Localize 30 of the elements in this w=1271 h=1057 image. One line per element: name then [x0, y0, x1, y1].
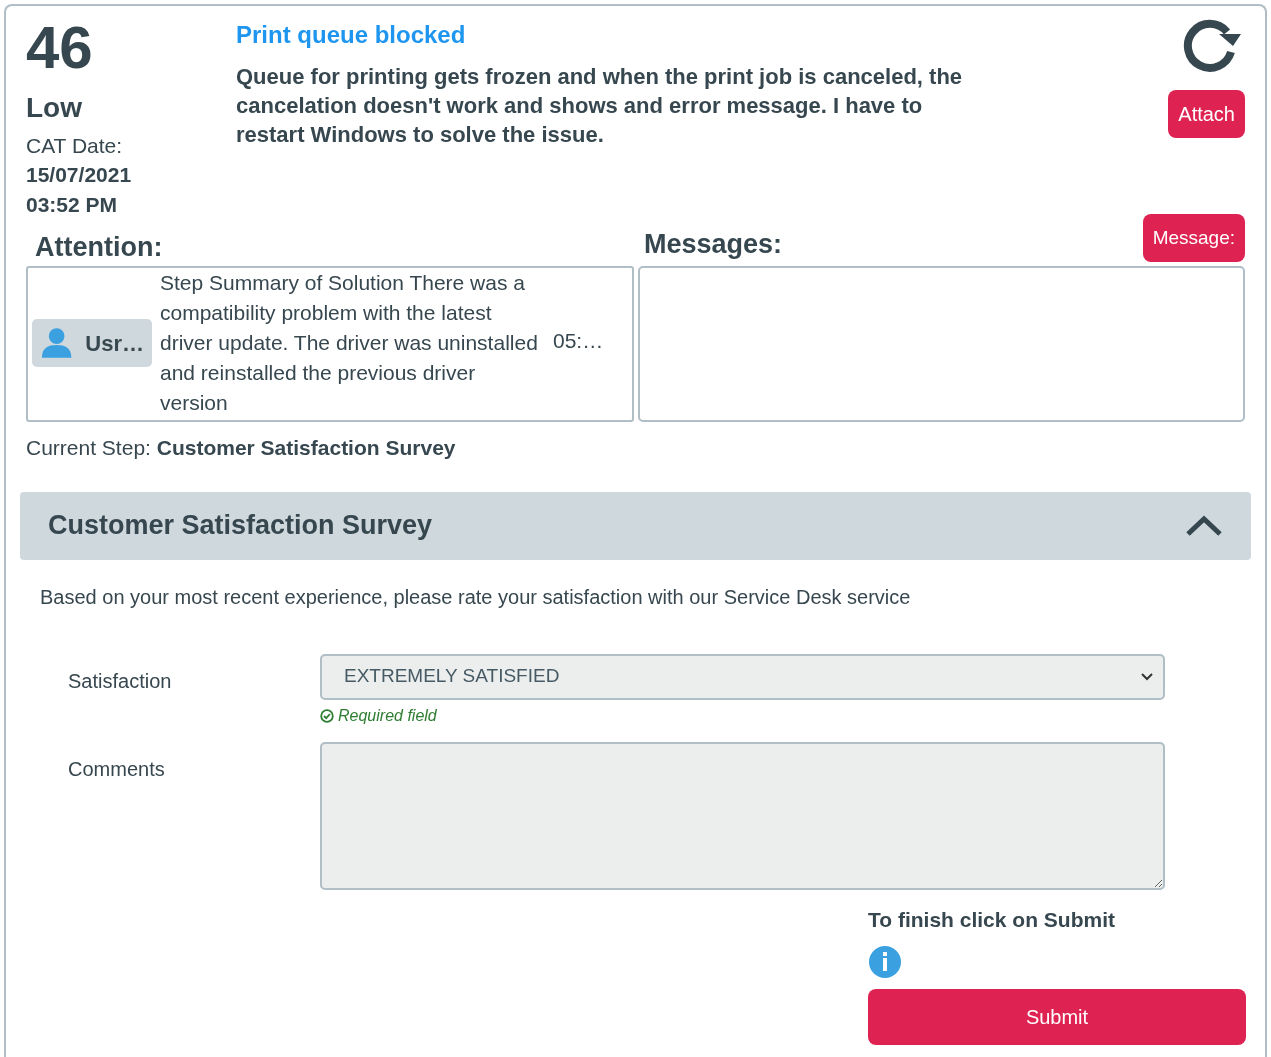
user-chip[interactable]: Usr… [32, 319, 152, 367]
chevron-up-icon[interactable] [1185, 514, 1223, 537]
field-label: Comments [67, 756, 166, 782]
satisfaction-select[interactable]: EXTREMELY SATISFIED [320, 653, 1165, 700]
refresh-icon[interactable] [1183, 19, 1241, 72]
attention-time: 05:… [553, 328, 604, 355]
attention-text: Step Summary of Solution There was a compatibility problem with the latest driver update. The driver was uninstalled and reinstalled the previous driver version [160, 270, 539, 416]
ticket-number: 46 [26, 16, 94, 80]
message-button[interactable]: Message: [1142, 214, 1245, 262]
current-step-text: Current Step: Customer Satisfaction Survey [26, 435, 457, 461]
attach-button[interactable]: Attach [1168, 90, 1245, 138]
comments-field[interactable] [320, 741, 1165, 890]
time-value: 03:52 PM [26, 192, 119, 218]
ticket-title[interactable]: Print queue blocked [236, 20, 1125, 50]
info-icon[interactable] [868, 945, 902, 979]
field-label: Satisfaction [67, 668, 173, 694]
finish-instruction: To finish click on Submit [868, 906, 1116, 933]
survey-intro: Based on your most recent experience, please rate your satisfaction with our Service Desk service [40, 584, 912, 610]
priority-label: Low [26, 92, 83, 124]
date-label: CAT Date: [26, 133, 124, 159]
date-value: 15/07/2021 [26, 162, 133, 188]
check-circle-icon [320, 708, 334, 723]
caret-icon [1141, 672, 1153, 681]
required-hint: Required field [338, 705, 437, 726]
submit-button[interactable]: Submit [868, 989, 1246, 1045]
messages-heading: Messages: [643, 227, 783, 261]
attention-heading: Attention: [34, 230, 164, 264]
ticket-description: Queue for printing gets frozen and when the print job is canceled, the cancelation doesn't work and shows and error message. I have to restart Windows to solve the issue. [236, 63, 964, 149]
user-icon [40, 328, 74, 358]
survey-header[interactable]: Customer Satisfaction Survey [20, 491, 1251, 560]
